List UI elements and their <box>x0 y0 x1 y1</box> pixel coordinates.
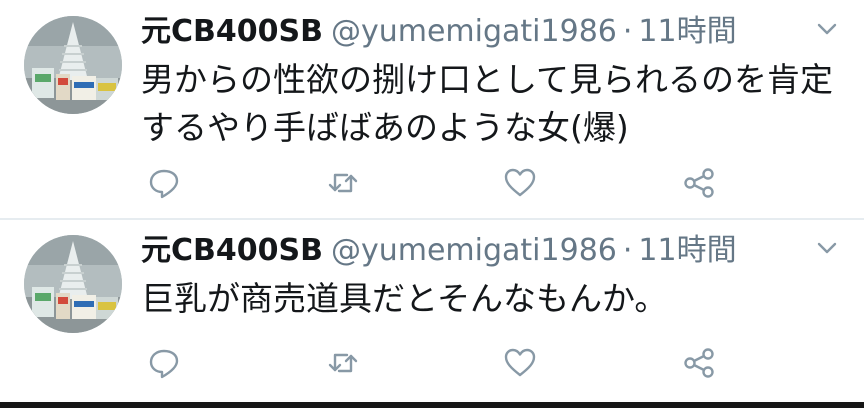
tweet[interactable]: 元CB400SB @yumemigati1986 · 11時間 巨乳が商売道具だとそん… <box>0 219 864 402</box>
retweet-icon[interactable] <box>326 346 360 380</box>
tweet-text: 男からの性欲の捌け口として見られるのを肯定するやり手ばばあのような女(爆) <box>141 60 834 147</box>
chevron-down-icon[interactable] <box>814 239 840 257</box>
user-handle[interactable]: @yumemigati1986 <box>331 14 617 49</box>
chevron-down-icon[interactable] <box>814 20 840 38</box>
tweet[interactable]: 元CB400SB @yumemigati1986 · 11時間 男からの性欲の捌け口と… <box>0 0 864 218</box>
reply-icon[interactable] <box>147 166 181 200</box>
reply-icon[interactable] <box>147 346 181 380</box>
display-name[interactable]: 元CB400SB <box>141 14 323 49</box>
timestamp[interactable]: 11時間 <box>638 14 736 49</box>
retweet-icon[interactable] <box>326 166 360 200</box>
heart-icon[interactable] <box>503 166 537 200</box>
avatar[interactable] <box>24 235 122 333</box>
avatar[interactable] <box>24 16 122 114</box>
separator-dot: · <box>622 233 633 268</box>
user-handle[interactable]: @yumemigati1986 <box>331 233 617 268</box>
display-name[interactable]: 元CB400SB <box>141 233 323 268</box>
heart-icon[interactable] <box>503 346 537 380</box>
separator-dot: · <box>622 14 633 49</box>
share-icon[interactable] <box>682 166 716 200</box>
tweet-header: 元CB400SB @yumemigati1986 · 11時間 <box>141 12 737 52</box>
bottom-edge <box>0 402 864 408</box>
tweet-text: 巨乳が商売道具だとそんなもんか。 <box>141 279 668 318</box>
timestamp[interactable]: 11時間 <box>638 233 736 268</box>
timeline: 元CB400SB @yumemigati1986 · 11時間 男からの性欲の捌け口と… <box>0 0 864 408</box>
share-icon[interactable] <box>682 346 716 380</box>
tweet-header: 元CB400SB @yumemigati1986 · 11時間 <box>141 231 737 271</box>
